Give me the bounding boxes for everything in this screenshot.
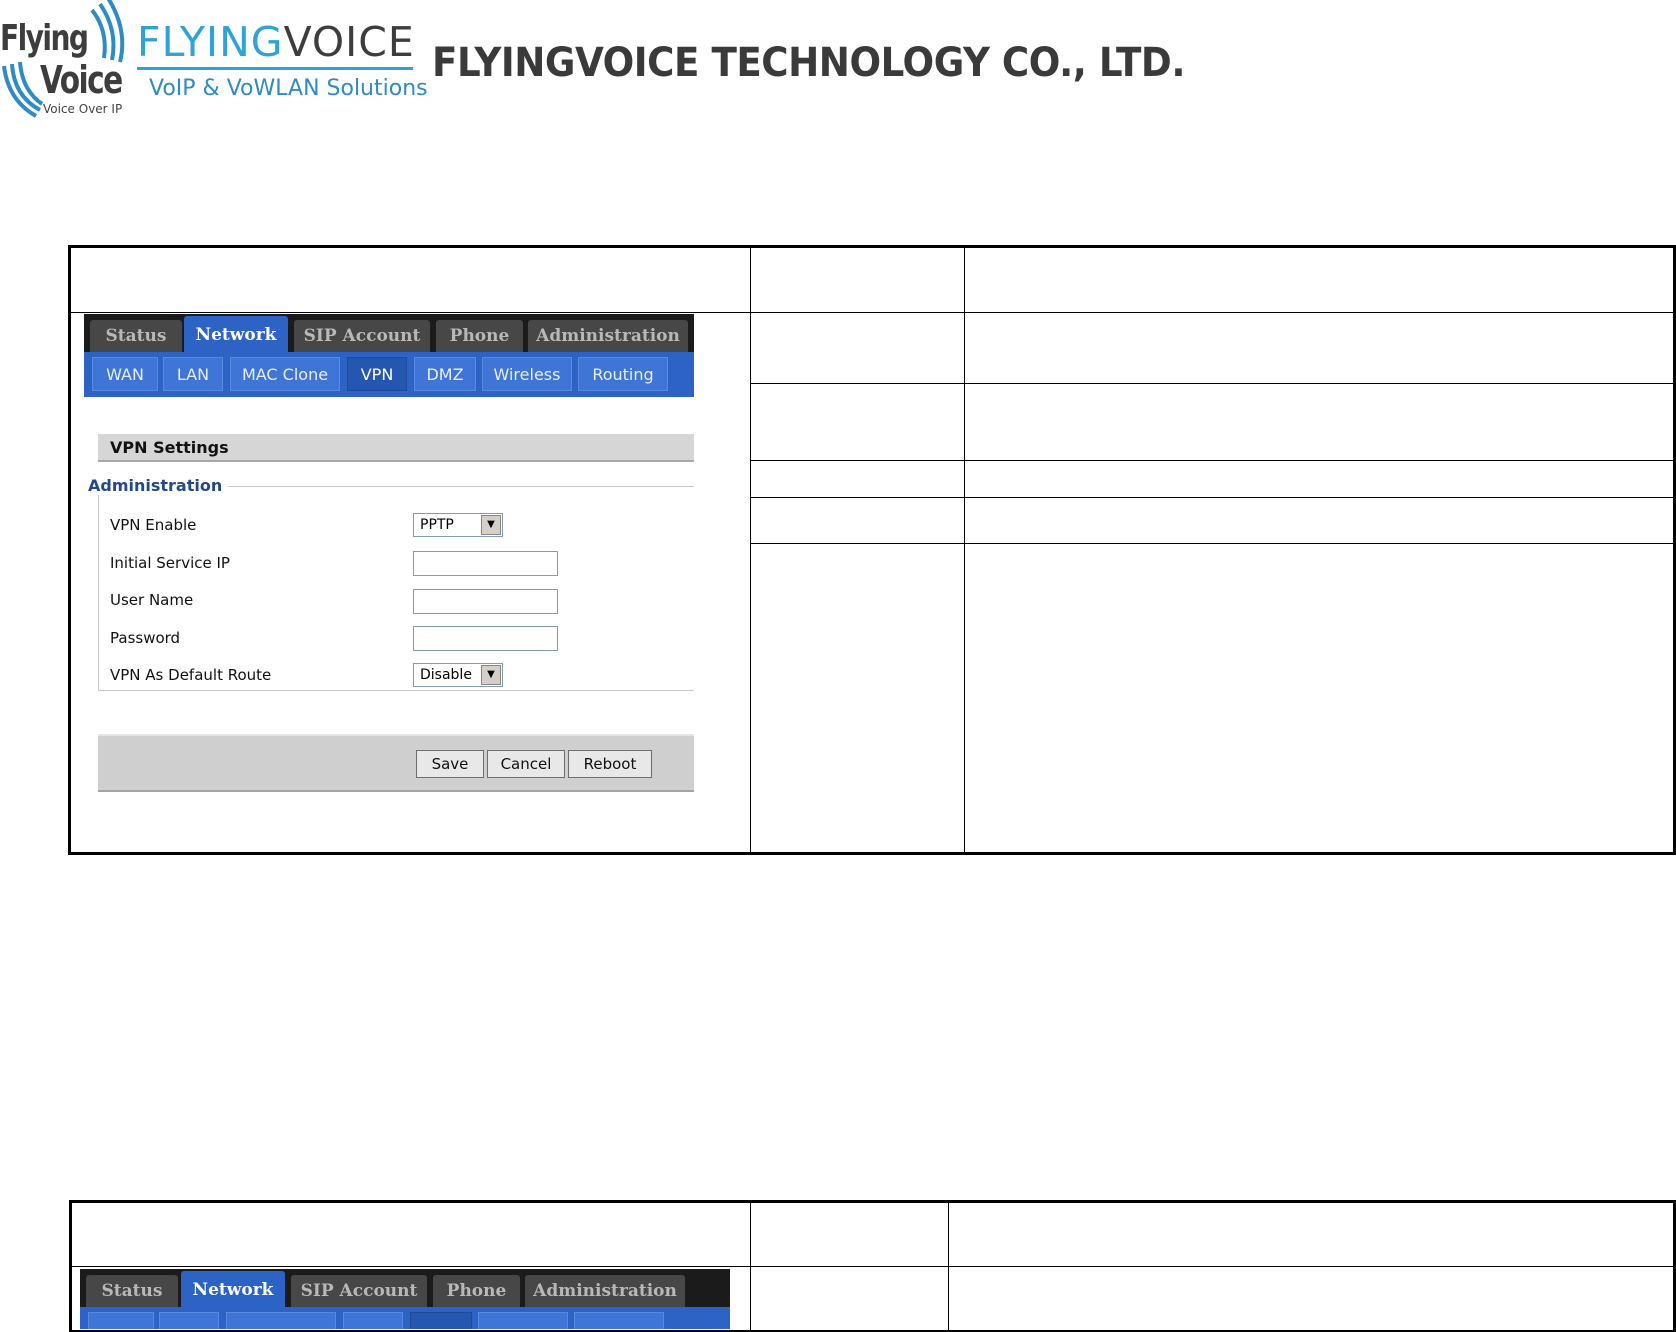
fieldset-legend: Administration <box>88 476 229 495</box>
tab-phone[interactable]: Phone <box>436 320 523 352</box>
subtab-placeholder[interactable] <box>410 1312 472 1329</box>
table1-row-divider <box>750 497 1676 498</box>
subtab-wireless[interactable]: Wireless <box>482 357 572 391</box>
tab-status[interactable]: Status <box>90 320 182 352</box>
save-button[interactable]: Save <box>416 750 484 778</box>
vpn-enable-label: VPN Enable <box>110 516 197 534</box>
password-label: Password <box>110 629 181 647</box>
password-input[interactable] <box>413 626 558 651</box>
subtab-placeholder[interactable] <box>159 1312 219 1329</box>
flyingvoice-wordmark: FLYINGVOICE VoIP & VoWLAN Solutions <box>137 18 428 108</box>
wordmark-text: FLYINGVOICE <box>137 18 415 66</box>
flyingvoice-logo: Flying Voice Voice Over IP <box>0 0 125 122</box>
logo-line-1: Flying <box>0 18 89 59</box>
router-network-screenshot-2: Status Network SIP Account Phone Adminis… <box>80 1269 730 1329</box>
button-bar: Save Cancel Reboot <box>98 734 694 792</box>
table1-col-divider-1 <box>750 245 751 855</box>
tab-administration[interactable]: Administration <box>525 1275 685 1307</box>
subtab-placeholder[interactable] <box>343 1312 403 1329</box>
subtab-routing[interactable]: Routing <box>578 357 668 391</box>
table1-row-divider <box>750 383 1676 384</box>
wordmark-part-1: FLYING <box>137 18 284 66</box>
section-title: VPN Settings <box>98 434 694 462</box>
subtab-dmz[interactable]: DMZ <box>414 357 476 391</box>
vpn-enable-select[interactable]: PPTP ▼ <box>413 513 503 537</box>
main-tab-bar: Status Network SIP Account Phone Adminis… <box>80 1269 730 1309</box>
logo-tagline: Voice Over IP <box>43 102 123 116</box>
subtab-vpn[interactable]: VPN <box>347 357 407 391</box>
vpn-default-route-value: Disable <box>420 667 472 683</box>
tab-sip-account[interactable]: SIP Account <box>294 320 430 352</box>
dropdown-arrow-icon[interactable]: ▼ <box>481 665 501 685</box>
tab-phone[interactable]: Phone <box>433 1275 520 1307</box>
vpn-default-route-select[interactable]: Disable ▼ <box>413 663 503 687</box>
subtab-placeholder[interactable] <box>226 1312 336 1329</box>
reboot-button[interactable]: Reboot <box>568 750 652 778</box>
fieldset-border-top <box>216 486 694 487</box>
router-vpn-settings-screenshot: Status Network SIP Account Phone Adminis… <box>84 314 694 804</box>
user-name-input[interactable] <box>413 589 558 614</box>
table2-header-row-divider <box>72 1266 1676 1267</box>
sub-tab-bar: WAN LAN MAC Clone VPN DMZ Wireless Routi… <box>84 352 694 397</box>
table1-header-row-divider <box>70 312 1676 313</box>
logo-line-2: Voice <box>40 58 123 102</box>
sub-tab-bar <box>80 1307 730 1329</box>
cancel-button[interactable]: Cancel <box>487 750 565 778</box>
subtab-mac-clone[interactable]: MAC Clone <box>230 357 340 391</box>
table1-col-divider-2 <box>964 245 965 855</box>
user-name-label: User Name <box>110 591 194 609</box>
main-tab-bar: Status Network SIP Account Phone Adminis… <box>84 314 694 354</box>
tab-administration[interactable]: Administration <box>528 320 688 352</box>
initial-service-ip-label: Initial Service IP <box>110 554 230 572</box>
vpn-enable-value: PPTP <box>420 517 454 533</box>
fieldset-border-left <box>98 486 99 690</box>
table1-row-divider <box>750 543 1676 544</box>
tab-status[interactable]: Status <box>86 1275 178 1307</box>
tab-sip-account[interactable]: SIP Account <box>291 1275 427 1307</box>
tab-network[interactable]: Network <box>184 316 288 354</box>
fieldset-border-bottom <box>98 690 694 691</box>
company-name: FLYINGVOICE TECHNOLOGY CO., LTD. <box>432 40 1185 86</box>
subtab-wan[interactable]: WAN <box>92 357 158 391</box>
wordmark-tagline: VoIP & VoWLAN Solutions <box>149 76 428 101</box>
vpn-default-route-label: VPN As Default Route <box>110 666 272 684</box>
initial-service-ip-input[interactable] <box>413 551 558 576</box>
wordmark-part-2: VOICE <box>283 18 415 66</box>
dropdown-arrow-icon[interactable]: ▼ <box>481 515 501 535</box>
table1-row-divider <box>750 460 1676 461</box>
subtab-placeholder[interactable] <box>478 1312 568 1329</box>
subtab-lan[interactable]: LAN <box>163 357 223 391</box>
subtab-placeholder[interactable] <box>88 1312 154 1329</box>
wordmark-underline <box>137 67 413 70</box>
tab-network[interactable]: Network <box>181 1271 285 1309</box>
subtab-placeholder[interactable] <box>574 1312 664 1329</box>
